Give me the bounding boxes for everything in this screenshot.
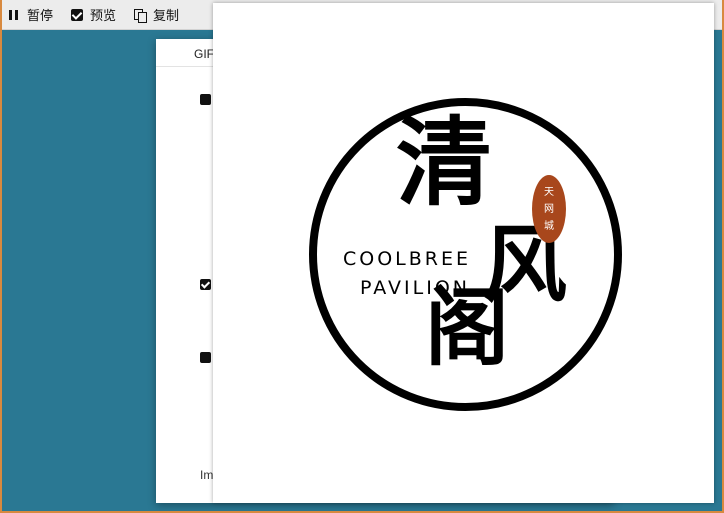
pause-label: 暂停 bbox=[27, 9, 54, 24]
seal-text: 天网城 bbox=[544, 187, 554, 232]
copy-button[interactable]: 复制 bbox=[126, 0, 189, 30]
option-checkbox-2[interactable] bbox=[200, 279, 211, 290]
copy-label: 复制 bbox=[153, 9, 180, 24]
logo-english-line-2: PAVILION bbox=[360, 277, 470, 299]
logo-char-qing: 清 bbox=[396, 106, 492, 219]
copy-icon bbox=[134, 8, 148, 23]
preview-window: 清 风 阁 COOLBREE PAVILION 天网城 bbox=[213, 3, 714, 503]
logo-seal: 天网城 bbox=[532, 175, 566, 243]
pause-icon bbox=[8, 9, 20, 21]
preview-toggle[interactable]: 预览 bbox=[63, 0, 126, 30]
option-checkbox-3[interactable] bbox=[200, 352, 211, 363]
logo-english-line-1: COOLBREE bbox=[343, 248, 472, 270]
option-checkbox-1[interactable] bbox=[200, 94, 211, 105]
checkbox-checked-icon bbox=[71, 8, 84, 21]
dialog-footer-text: Im bbox=[200, 468, 214, 482]
pause-button[interactable]: 暂停 bbox=[0, 0, 63, 30]
preview-label: 预览 bbox=[90, 9, 117, 24]
